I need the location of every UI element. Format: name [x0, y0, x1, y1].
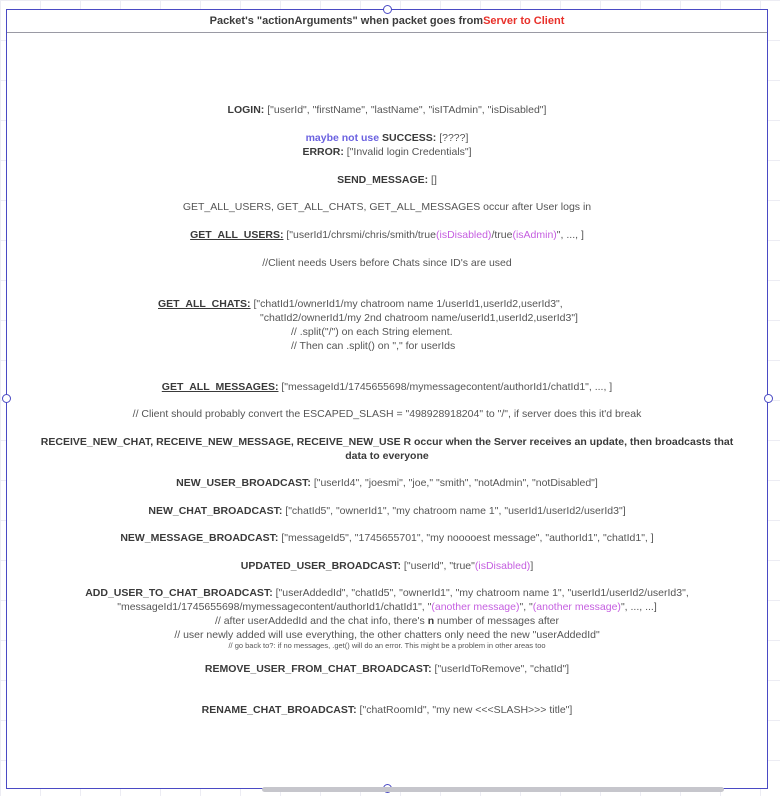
new-message-broadcast-line: NEW_MESSAGE_BROADCAST: ["messageId5", "1… — [7, 532, 767, 545]
updated-user-broadcast-key: UPDATED_USER_BROADCAST: — [240, 560, 402, 572]
get-all-users-key: GET_ALL_USERS: — [190, 229, 284, 241]
get-all-chats-value-2: "chatId2/ownerId1/my 2nd chatroom name/u… — [260, 312, 578, 324]
remove-user-broadcast-value: ["userIdToRemove", "chatId"] — [431, 663, 570, 675]
updated-user-broadcast-line: UPDATED_USER_BROADCAST: ["userId", "true… — [7, 560, 767, 573]
is-disabled-note: (isDisabled) — [436, 229, 492, 241]
new-chat-broadcast-key: NEW_CHAT_BROADCAST: — [148, 505, 283, 517]
new-user-broadcast-line: NEW_USER_BROADCAST: ["userId4", "joesmi"… — [7, 477, 767, 490]
get-all-chats-line: GET_ALL_CHATS: ["chatId1/ownerId1/my cha… — [158, 298, 563, 311]
escaped-slash-comment: // Client should probably convert the ES… — [132, 408, 642, 420]
send-message-line: SEND_MESSAGE: [] — [7, 174, 767, 187]
new-user-broadcast-value: ["userId4", "joesmi", "joe," "smith", "n… — [310, 477, 598, 489]
success-key: SUCCESS: — [382, 132, 437, 144]
another-message-note-1: (another message) — [431, 601, 520, 613]
receive-note-2: data to everyone — [345, 450, 429, 462]
resize-handle-right[interactable] — [764, 394, 773, 403]
add-user-value-2c: ", " — [519, 601, 533, 613]
success-value: [????] — [436, 132, 469, 144]
receive-note-1: RECEIVE_NEW_CHAT, RECEIVE_NEW_MESSAGE, R… — [40, 436, 734, 448]
remove-user-broadcast-key: REMOVE_USER_FROM_CHAT_BROADCAST: — [204, 663, 432, 675]
new-message-broadcast-key: NEW_MESSAGE_BROADCAST: — [120, 532, 279, 544]
get-all-users-value-e: ", ..., ] — [556, 229, 584, 241]
get-all-chats-key: GET_ALL_CHATS: — [158, 298, 251, 310]
rename-chat-broadcast-value: ["chatRoomId", "my new <<<SLASH>>> title… — [356, 704, 573, 716]
resize-handle-top[interactable] — [383, 5, 392, 14]
add-user-value-3c: number of messages after — [434, 615, 560, 627]
rename-chat-broadcast-key: RENAME_CHAT_BROADCAST: — [201, 704, 357, 716]
add-user-broadcast-line-2: "messageId1/1745655698/mymessagecontent/… — [7, 601, 767, 614]
get-all-messages-key: GET_ALL_MESSAGES: — [161, 381, 279, 393]
login-key: LOGIN: — [227, 104, 265, 116]
new-message-broadcast-value: ["messageId5", "1745655701", "my nooooes… — [278, 532, 654, 544]
success-note: maybe not use — [305, 132, 383, 144]
login-line: LOGIN: ["userId", "firstName", "lastName… — [7, 104, 767, 117]
send-message-key: SEND_MESSAGE: — [337, 174, 429, 186]
get-all-heading: GET_ALL_USERS, GET_ALL_CHATS, GET_ALL_ME… — [182, 201, 592, 213]
add-user-broadcast-line-5: // go back to?: if no messages, .get() w… — [228, 641, 546, 650]
rename-chat-broadcast-line: RENAME_CHAT_BROADCAST: ["chatRoomId", "m… — [7, 704, 767, 717]
updated-user-value-a: ["userId", "true" — [401, 560, 475, 572]
horizontal-scrollbar[interactable] — [262, 787, 724, 792]
title-text: Packet's "actionArguments" when packet g… — [209, 15, 484, 27]
error-line: ERROR: ["Invalid login Credentials"] — [7, 146, 767, 159]
updated-is-disabled-note: (isDisabled) — [474, 560, 531, 572]
updated-user-value-c: ] — [530, 560, 534, 572]
client-comment: //Client needs Users before Chats since … — [262, 257, 512, 269]
add-user-value-2e: ", ..., ...] — [620, 601, 657, 613]
new-chat-broadcast-value: ["chatId5", "ownerId1", "my chatroom nam… — [282, 505, 626, 517]
get-all-chats-value-1: ["chatId1/ownerId1/my chatroom name 1/us… — [250, 298, 563, 310]
resize-handle-left[interactable] — [2, 394, 11, 403]
add-user-broadcast-value-1: ["userAddedId", "chatId5", "ownerId1", "… — [272, 587, 689, 599]
add-user-broadcast-line-3: // after userAddedId and the chat info, … — [7, 615, 767, 628]
add-user-value-2a: "messageId1/1745655698/mymessagecontent/… — [117, 601, 432, 613]
new-user-broadcast-key: NEW_USER_BROADCAST: — [176, 477, 311, 489]
error-key: ERROR: — [302, 146, 344, 158]
get-all-users-value-c: /true — [491, 229, 513, 241]
add-user-broadcast-line: ADD_USER_TO_CHAT_BROADCAST: ["userAddedI… — [7, 587, 767, 600]
get-all-users-value-a: ["userId1/chrsmi/chris/smith/true — [283, 229, 436, 241]
add-user-broadcast-key: ADD_USER_TO_CHAT_BROADCAST: — [85, 587, 273, 599]
add-user-value-3a: // after userAddedId and the chat info, … — [214, 615, 428, 627]
title-highlight: Server to Client — [483, 15, 565, 27]
remove-user-broadcast-line: REMOVE_USER_FROM_CHAT_BROADCAST: ["userI… — [7, 663, 767, 676]
get-all-messages-value: ["messageId1/1745655698/mymessagecontent… — [278, 381, 613, 393]
another-message-note-2: (another message) — [532, 601, 621, 613]
new-chat-broadcast-line: NEW_CHAT_BROADCAST: ["chatId5", "ownerId… — [7, 505, 767, 518]
get-all-chats-value-4: // Then can .split() on "," for userIds — [291, 340, 456, 352]
diagram-frame[interactable]: Packet's "actionArguments" when packet g… — [6, 9, 768, 789]
send-message-value: [] — [428, 174, 437, 186]
login-value: ["userId", "firstName", "lastName", "isI… — [264, 104, 547, 116]
success-line: maybe not use SUCCESS: [????] — [7, 132, 767, 145]
get-all-users-line: GET_ALL_USERS: ["userId1/chrsmi/chris/sm… — [7, 229, 767, 242]
error-value: ["Invalid login Credentials"] — [343, 146, 472, 158]
get-all-messages-line: GET_ALL_MESSAGES: ["messageId1/174565569… — [7, 381, 767, 394]
get-all-chats-value-3: // .split("/") on each String element. — [291, 326, 453, 338]
is-admin-note: (isAdmin) — [512, 229, 557, 241]
